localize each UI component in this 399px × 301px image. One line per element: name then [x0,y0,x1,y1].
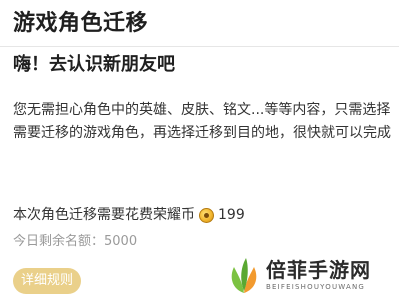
headline: 嗨！去认识新朋友吧 [13,54,175,75]
leaf-logo-icon [231,258,257,293]
page-title: 游戏角色迁移 [13,11,149,36]
cost-value: 199 [218,207,245,223]
remaining-quota: 今日剩余名额：5000 [13,234,138,249]
cost-label: 本次角色迁移需要花费荣耀币 [13,207,195,223]
watermark: 倍菲手游网 BEIFEISHOUYOUWANG [226,252,396,298]
watermark-title: 倍菲手游网 [266,258,371,282]
coin-icon [199,207,214,223]
title-divider [0,46,399,47]
watermark-subtitle: BEIFEISHOUYOUWANG [266,283,366,291]
cost-line: 本次角色迁移需要花费荣耀币 199 [13,205,245,225]
detail-rules-button[interactable]: 详细规则 [13,268,81,294]
description-text: 您无需担心角色中的英雄、皮肤、铭文...等等内容，只需选择需要迁移的游戏角色，再… [13,102,391,141]
